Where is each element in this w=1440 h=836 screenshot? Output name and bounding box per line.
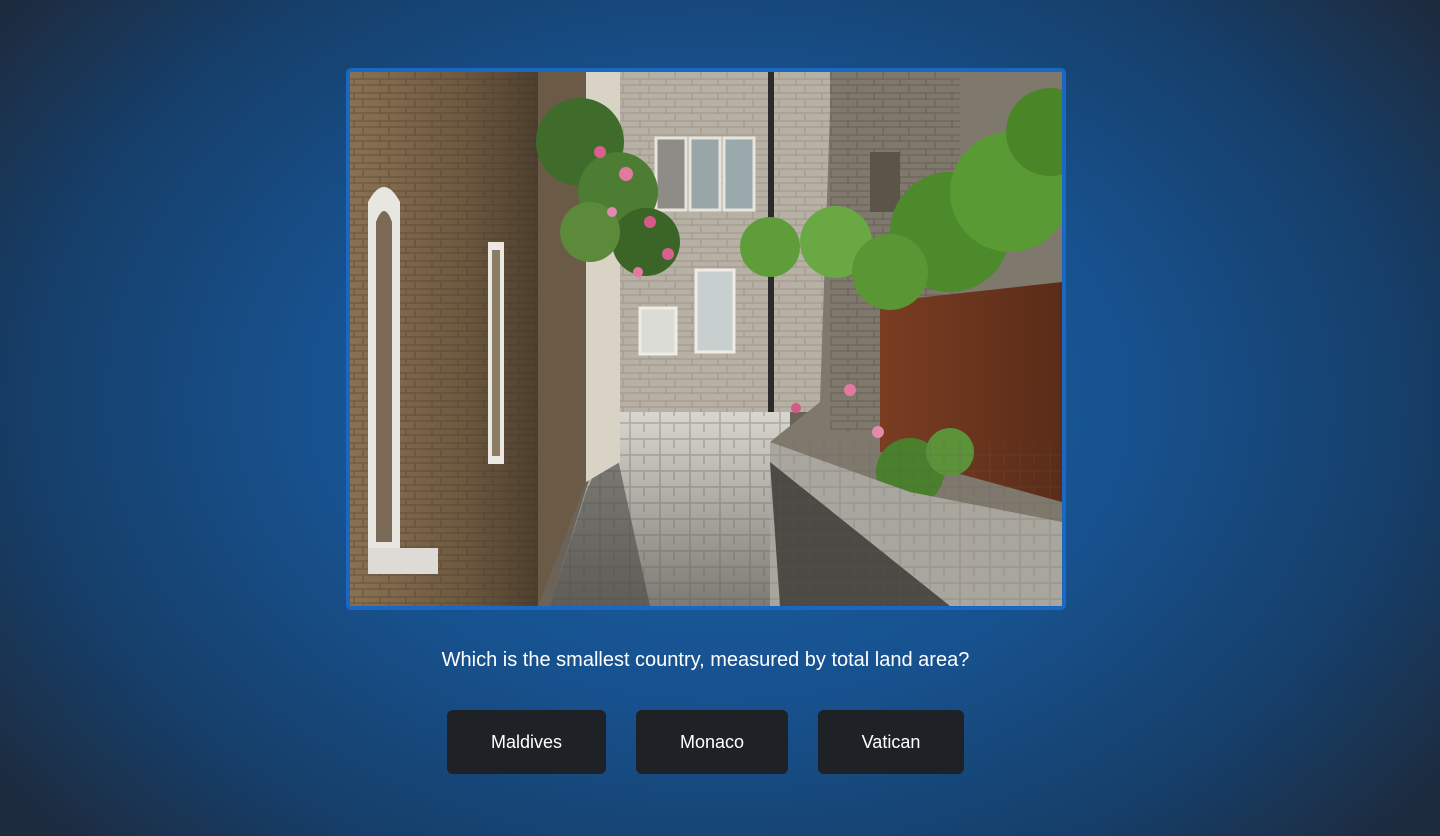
quiz-container: Which is the smallest country, measured … [0,0,1440,836]
question-image-frame [346,68,1066,610]
question-text: Which is the smallest country, measured … [441,649,970,671]
answer-button-monaco[interactable]: Monaco [636,710,788,774]
answer-button-maldives[interactable]: Maldives [447,710,606,774]
answer-button-vatican[interactable]: Vatican [818,710,964,774]
alley-photo [350,72,1062,606]
